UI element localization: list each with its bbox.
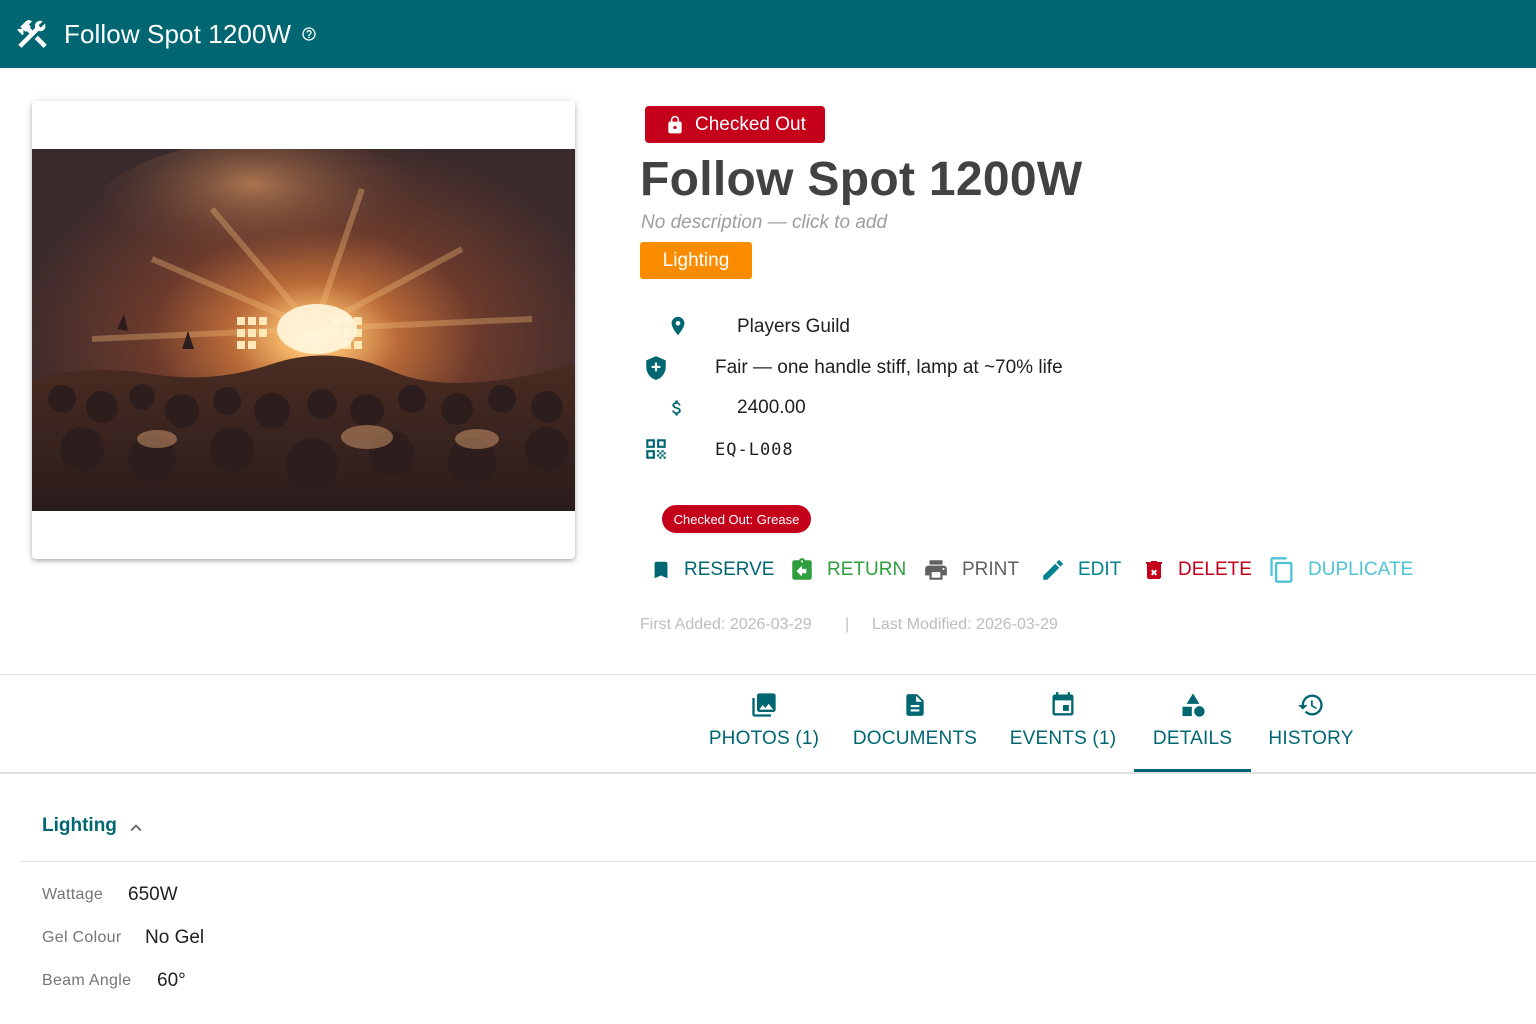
tab-photos[interactable]: PHOTOS (1) xyxy=(708,690,820,774)
last-modified-date: Last Modified: 2026-03-29 xyxy=(872,616,1058,633)
trash-icon xyxy=(1146,561,1162,579)
detail-label-beam-angle: Beam Angle xyxy=(42,972,132,989)
status-label: Checked Out xyxy=(695,113,806,135)
tab-documents[interactable]: DOCUMENTS xyxy=(853,690,977,774)
document-icon xyxy=(902,690,928,720)
tab-history-label: HISTORY xyxy=(1268,728,1354,749)
tab-events[interactable]: EVENTS (1) xyxy=(1010,690,1116,774)
tools-icon xyxy=(14,16,50,52)
printer-icon xyxy=(925,560,947,580)
dollar-icon xyxy=(667,395,687,421)
app-title: Follow Spot 1200W xyxy=(64,18,292,49)
clipboard-return-icon xyxy=(792,558,812,580)
active-tab-indicator xyxy=(1134,769,1251,772)
detail-value-wattage: 650W xyxy=(128,884,178,905)
section-divider xyxy=(0,674,1536,675)
location-pin-icon xyxy=(666,313,690,339)
tab-documents-label: DOCUMENTS xyxy=(852,728,978,749)
calendar-icon xyxy=(1049,690,1077,720)
bookmark-icon xyxy=(654,561,668,579)
tab-events-label: EVENTS (1) xyxy=(1009,728,1117,749)
tabs-divider xyxy=(0,772,1536,774)
photos-icon xyxy=(750,690,778,720)
chevron-up-icon xyxy=(130,824,142,832)
item-title: Follow Spot 1200W xyxy=(640,153,1083,206)
edit-button[interactable]: EDIT xyxy=(1040,553,1121,587)
detail-value-beam-angle: 60° xyxy=(157,970,186,991)
shield-plus-icon xyxy=(643,354,669,382)
return-button[interactable]: RETURN xyxy=(789,553,906,587)
description-placeholder[interactable]: No description — click to add xyxy=(641,212,887,234)
first-added-date: First Added: 2026-03-29 xyxy=(640,616,812,633)
tab-details-label: DETAILS xyxy=(1152,728,1233,749)
edit-label: EDIT xyxy=(1078,559,1122,580)
delete-button[interactable]: DELETE xyxy=(1142,553,1252,587)
meta-separator: | xyxy=(845,616,850,633)
copy-icon xyxy=(1270,557,1293,583)
detail-label-gel-colour: Gel Colour xyxy=(42,929,122,946)
section-title: Lighting xyxy=(42,815,117,836)
print-label: PRINT xyxy=(962,559,1019,580)
reserve-label: RESERVE xyxy=(684,559,775,580)
return-label: RETURN xyxy=(827,559,907,580)
price-text: 2400.00 xyxy=(737,397,806,418)
checkout-badge: Checked Out: Grease xyxy=(662,505,811,533)
history-icon xyxy=(1296,690,1326,720)
lock-icon xyxy=(668,115,682,133)
condition-text: Fair — one handle stiff, lamp at ~70% li… xyxy=(715,357,1063,378)
help-circle-icon[interactable] xyxy=(301,26,317,42)
duplicate-label: DUPLICATE xyxy=(1308,559,1414,580)
qr-code-icon xyxy=(643,436,669,462)
location-text: Players Guild xyxy=(737,316,850,337)
pencil-icon xyxy=(1043,560,1063,580)
tab-history[interactable]: HISTORY xyxy=(1268,690,1354,774)
tab-photos-label: PHOTOS (1) xyxy=(708,728,820,749)
detail-value-gel-colour: No Gel xyxy=(145,927,205,948)
section-line xyxy=(21,861,1536,862)
item-photo-card[interactable] xyxy=(32,101,575,559)
status-chip: Checked Out xyxy=(645,106,825,143)
concert-photo xyxy=(32,149,575,511)
reserve-button[interactable]: RESERVE xyxy=(650,553,774,587)
shapes-icon xyxy=(1179,690,1207,720)
delete-label: DELETE xyxy=(1178,559,1252,580)
tab-details[interactable]: DETAILS xyxy=(1134,690,1251,774)
category-chip[interactable]: Lighting xyxy=(640,242,752,279)
duplicate-button[interactable]: DUPLICATE xyxy=(1268,553,1413,587)
asset-id-text: EQ-L008 xyxy=(715,440,794,460)
print-button[interactable]: PRINT xyxy=(922,553,1019,587)
detail-label-wattage: Wattage xyxy=(42,886,104,903)
app-bar: Follow Spot 1200W xyxy=(0,0,1536,68)
lighting-section-header[interactable]: Lighting xyxy=(42,813,147,839)
